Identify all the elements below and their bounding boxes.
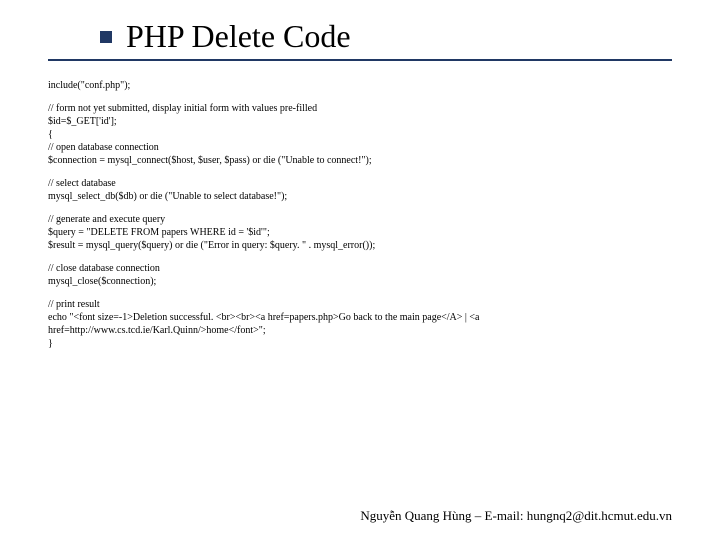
code-line: $id=$_GET['id']; — [48, 115, 672, 128]
code-line: $connection = mysql_connect($host, $user… — [48, 154, 672, 167]
code-line: // select database — [48, 177, 672, 190]
slide: PHP Delete Code include("conf.php"); // … — [0, 0, 720, 350]
code-line: // form not yet submitted, display initi… — [48, 102, 672, 115]
code-line: mysql_close($connection); — [48, 275, 672, 288]
code-line: $result = mysql_query($query) or die ("E… — [48, 239, 672, 252]
code-line: echo "<font size=-1>Deletion successful.… — [48, 311, 672, 337]
code-line: mysql_select_db($db) or die ("Unable to … — [48, 190, 672, 203]
code-block: include("conf.php"); // form not yet sub… — [48, 79, 672, 350]
code-line: $query = "DELETE FROM papers WHERE id = … — [48, 226, 672, 239]
title-bullet-icon — [100, 31, 112, 43]
code-line: // close database connection — [48, 262, 672, 275]
code-line: { — [48, 128, 672, 141]
footer-text: Nguyễn Quang Hùng – E-mail: hungnq2@dit.… — [360, 508, 672, 524]
code-line: // open database connection — [48, 141, 672, 154]
slide-title: PHP Delete Code — [126, 18, 351, 55]
code-line: include("conf.php"); — [48, 79, 672, 92]
code-line: } — [48, 337, 672, 350]
divider — [48, 59, 672, 61]
code-line: // print result — [48, 298, 672, 311]
title-row: PHP Delete Code — [100, 18, 672, 55]
code-line: // generate and execute query — [48, 213, 672, 226]
